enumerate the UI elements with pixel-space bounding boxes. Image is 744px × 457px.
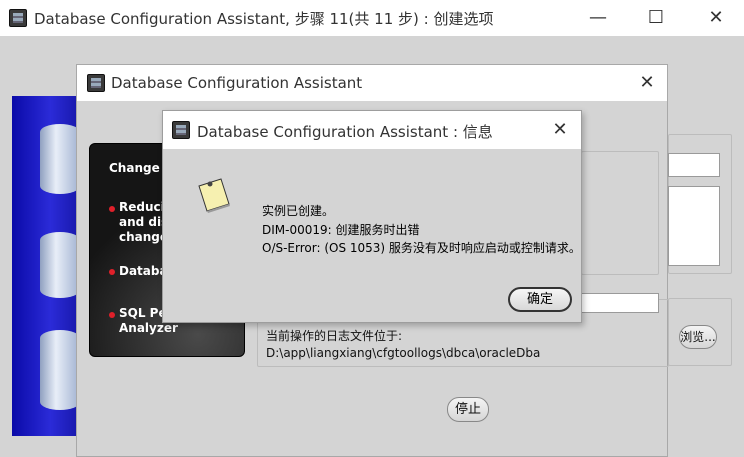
note-icon <box>198 178 230 213</box>
info-message-line1: 实例已创建。 <box>262 204 335 218</box>
image-bullet1-line3: change <box>119 230 169 244</box>
image-bullet1-line2: and dis <box>119 215 169 229</box>
database-cylinder-icon <box>40 330 80 410</box>
close-button[interactable]: ✕ <box>696 0 736 36</box>
main-text-field[interactable] <box>668 153 720 177</box>
info-message-line2: DIM-00019: 创建服务时出错 <box>262 223 420 237</box>
app-icon <box>87 74 105 92</box>
main-window-title: Database Configuration Assistant, 步骤 11(… <box>34 10 494 28</box>
log-path-text: D:\app\liangxiang\cfgtoollogs\dbca\oracl… <box>266 346 541 360</box>
main-text-area[interactable] <box>668 186 720 266</box>
browse-button[interactable]: 浏览... <box>679 325 717 349</box>
progress-dialog-title: Database Configuration Assistant <box>111 74 363 92</box>
wizard-side-image <box>12 96 80 436</box>
app-icon <box>172 121 190 139</box>
maximize-button[interactable]: ☐ <box>636 0 676 36</box>
image-bullet3-line2: Analyzer <box>119 321 178 335</box>
info-dialog-titlebar[interactable]: Database Configuration Assistant : 信息 ✕ <box>163 111 581 149</box>
progress-bar <box>571 293 659 313</box>
stop-button[interactable]: 停止 <box>447 397 489 422</box>
image-bullet3-line1: SQL Pe <box>119 306 167 320</box>
database-cylinder-icon <box>40 124 80 194</box>
progress-dialog-close-button[interactable]: ✕ <box>627 65 667 101</box>
info-dialog-title: Database Configuration Assistant : 信息 <box>197 123 493 141</box>
minimize-button[interactable]: — <box>578 0 618 36</box>
info-message-line3: O/S-Error: (OS 1053) 服务没有及时响应启动或控制请求。 <box>262 241 581 255</box>
log-location-label: 当前操作的日志文件位于: <box>266 329 403 343</box>
progress-groupbox <box>581 151 659 275</box>
progress-dialog-titlebar[interactable]: Database Configuration Assistant ✕ <box>77 65 667 101</box>
bullet-dot <box>109 206 115 212</box>
ok-button[interactable]: 确定 <box>508 287 572 312</box>
bullet-dot <box>109 312 115 318</box>
image-bullet2: Databa <box>119 264 168 278</box>
info-dialog-close-button[interactable]: ✕ <box>540 112 580 148</box>
bullet-dot <box>109 269 115 275</box>
app-icon <box>9 9 27 27</box>
info-dialog: Database Configuration Assistant : 信息 ✕ … <box>162 110 582 323</box>
database-cylinder-icon <box>40 232 80 298</box>
main-titlebar[interactable]: Database Configuration Assistant, 步骤 11(… <box>0 0 744 36</box>
